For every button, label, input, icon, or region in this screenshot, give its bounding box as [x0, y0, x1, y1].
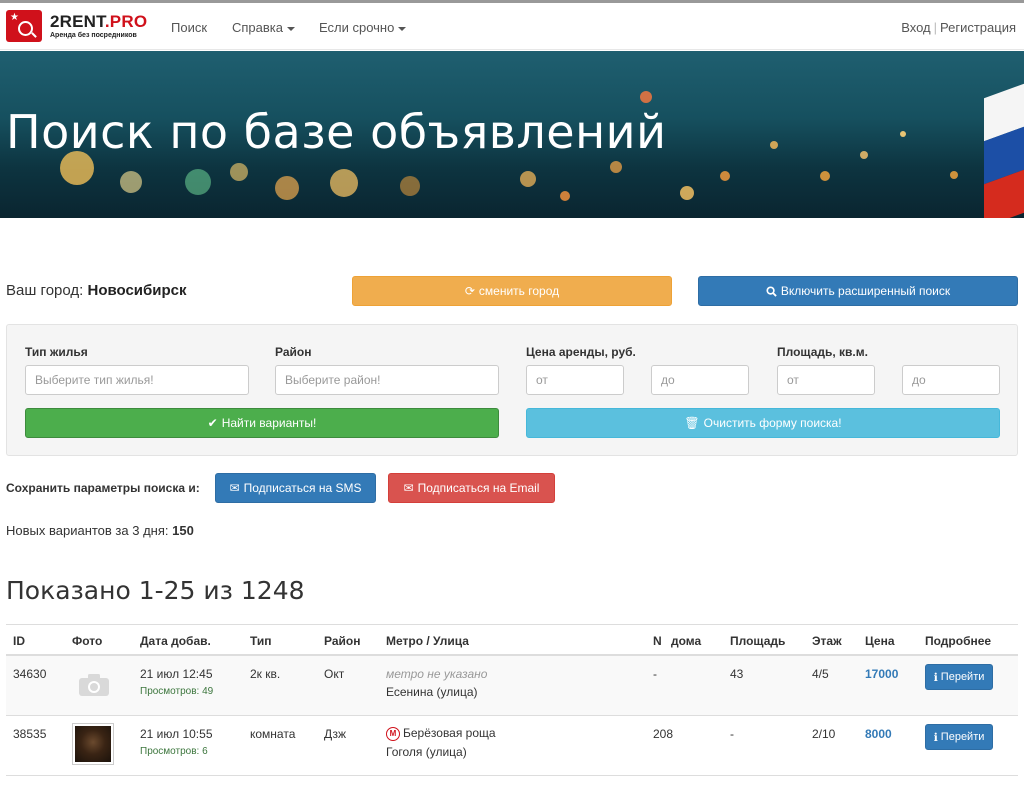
col-id: ID [13, 634, 25, 648]
row-floor: 2/10 [812, 727, 836, 741]
hero-banner: Поиск по базе объявлений [0, 51, 1024, 218]
nav-help-dropdown[interactable]: Справка [232, 20, 295, 35]
row-views: Просмотров: 49 [140, 686, 214, 697]
results-table-header: ID Фото Дата добав. Тип Район Метро / Ул… [6, 624, 1018, 656]
row-type: 2к кв. [250, 667, 281, 681]
go-button[interactable]: ℹ Перейти [925, 724, 993, 750]
register-link[interactable]: Регистрация [940, 20, 1016, 35]
nav-search[interactable]: Поиск [171, 20, 207, 35]
change-city-button[interactable]: ⟳ сменить город [352, 276, 672, 306]
advanced-search-button[interactable]: Включить расширенный поиск [698, 276, 1018, 306]
col-area: Площадь [730, 634, 786, 648]
housing-type-select[interactable]: Выберите тип жилья! [25, 365, 249, 395]
save-params-label: Сохранить параметры поиска и: [6, 481, 200, 495]
col-details: Подробнее [925, 634, 992, 648]
chevron-down-icon [398, 26, 407, 31]
col-date: Дата добав. [140, 634, 211, 648]
search-form-panel: Тип жилья Район Цена аренды, руб. Площад… [6, 324, 1018, 456]
trash-icon: 🗑 [684, 416, 700, 430]
col-photo: Фото [72, 634, 103, 648]
check-icon: ✔ [207, 416, 218, 430]
row-floor: 4/5 [812, 667, 829, 681]
navbar: ★ 2RENT.PRO Аренда без посредников Поиск… [0, 0, 1024, 50]
current-city: Ваш город: Новосибирск [6, 282, 187, 299]
clear-form-button[interactable]: 🗑 Очистить форму поиска! [526, 408, 1000, 438]
go-button[interactable]: ℹ Перейти [925, 664, 993, 690]
row-id: 38535 [13, 727, 47, 741]
district-select[interactable]: Выберите район! [275, 365, 499, 395]
col-price: Цена [865, 634, 895, 648]
row-metro: M Берёзовая роща [386, 726, 496, 741]
area-label: Площадь, кв.м. [777, 345, 868, 359]
logo-subtitle: Аренда без посредников [50, 32, 137, 39]
row-street: Гоголя (улица) [386, 745, 467, 759]
row-price: 8000 [865, 727, 892, 741]
row-metro: метро не указано [386, 667, 488, 681]
col-district: Район [324, 634, 361, 648]
price-to-input[interactable]: до [651, 365, 749, 395]
area-to-input[interactable]: до [902, 365, 1000, 395]
row-views: Просмотров: 6 [140, 746, 208, 757]
logo-title: 2RENT.PRO [50, 12, 148, 31]
search-icon [766, 285, 777, 297]
logo[interactable]: ★ 2RENT.PRO Аренда без посредников [6, 10, 147, 42]
row-house: 208 [653, 727, 674, 741]
camera-icon [79, 674, 109, 696]
logo-icon: ★ [6, 10, 42, 42]
col-metro-street: Метро / Улица [386, 634, 469, 648]
area-from-input[interactable]: от [777, 365, 875, 395]
new-variants-count: Новых вариантов за 3 дня: 150 [6, 523, 194, 538]
refresh-icon: ⟳ [464, 284, 475, 298]
price-from-input[interactable]: от [526, 365, 624, 395]
envelope-icon: ✉ [229, 481, 240, 495]
row-price: 17000 [865, 667, 899, 681]
hero-title: Поиск по базе объявлений [6, 105, 667, 159]
price-label: Цена аренды, руб. [526, 345, 636, 359]
info-icon: ℹ [933, 671, 938, 684]
row-district: Дзж [324, 727, 347, 741]
table-row: 38535 21 июл 10:55 Просмотров: 6 комната… [6, 716, 1018, 776]
row-district: Окт [324, 667, 345, 681]
info-icon: ℹ [933, 731, 938, 744]
subscribe-sms-button[interactable]: ✉ Подписаться на SMS [215, 473, 376, 503]
row-house: - [653, 667, 657, 681]
listing-photo-thumbnail[interactable] [72, 723, 114, 765]
housing-type-label: Тип жилья [25, 345, 88, 359]
row-area: - [730, 727, 734, 741]
nav-urgent-dropdown[interactable]: Если срочно [319, 20, 407, 35]
subscribe-email-button[interactable]: ✉ Подписаться на Email [388, 473, 555, 503]
col-house-number: N дома [653, 634, 702, 648]
results-summary: Показано 1-25 из 1248 [6, 576, 305, 605]
russian-flag-image [984, 83, 1024, 218]
login-link[interactable]: Вход [901, 20, 930, 35]
district-label: Район [275, 345, 312, 359]
row-type: комната [250, 727, 296, 741]
row-area: 43 [730, 667, 744, 681]
row-street: Есенина (улица) [386, 685, 478, 699]
metro-icon: M [386, 726, 400, 741]
find-variants-button[interactable]: ✔ Найти варианты! [25, 408, 499, 438]
top-border [0, 0, 1024, 3]
envelope-icon: ✉ [403, 481, 414, 495]
row-date: 21 июл 10:55 [140, 727, 213, 741]
col-floor: Этаж [812, 634, 842, 648]
row-id: 34630 [13, 667, 47, 681]
table-row: 34630 21 июл 12:45 Просмотров: 49 2к кв.… [6, 656, 1018, 716]
col-type: Тип [250, 634, 272, 648]
row-date: 21 июл 12:45 [140, 667, 213, 681]
chevron-down-icon [287, 26, 295, 31]
